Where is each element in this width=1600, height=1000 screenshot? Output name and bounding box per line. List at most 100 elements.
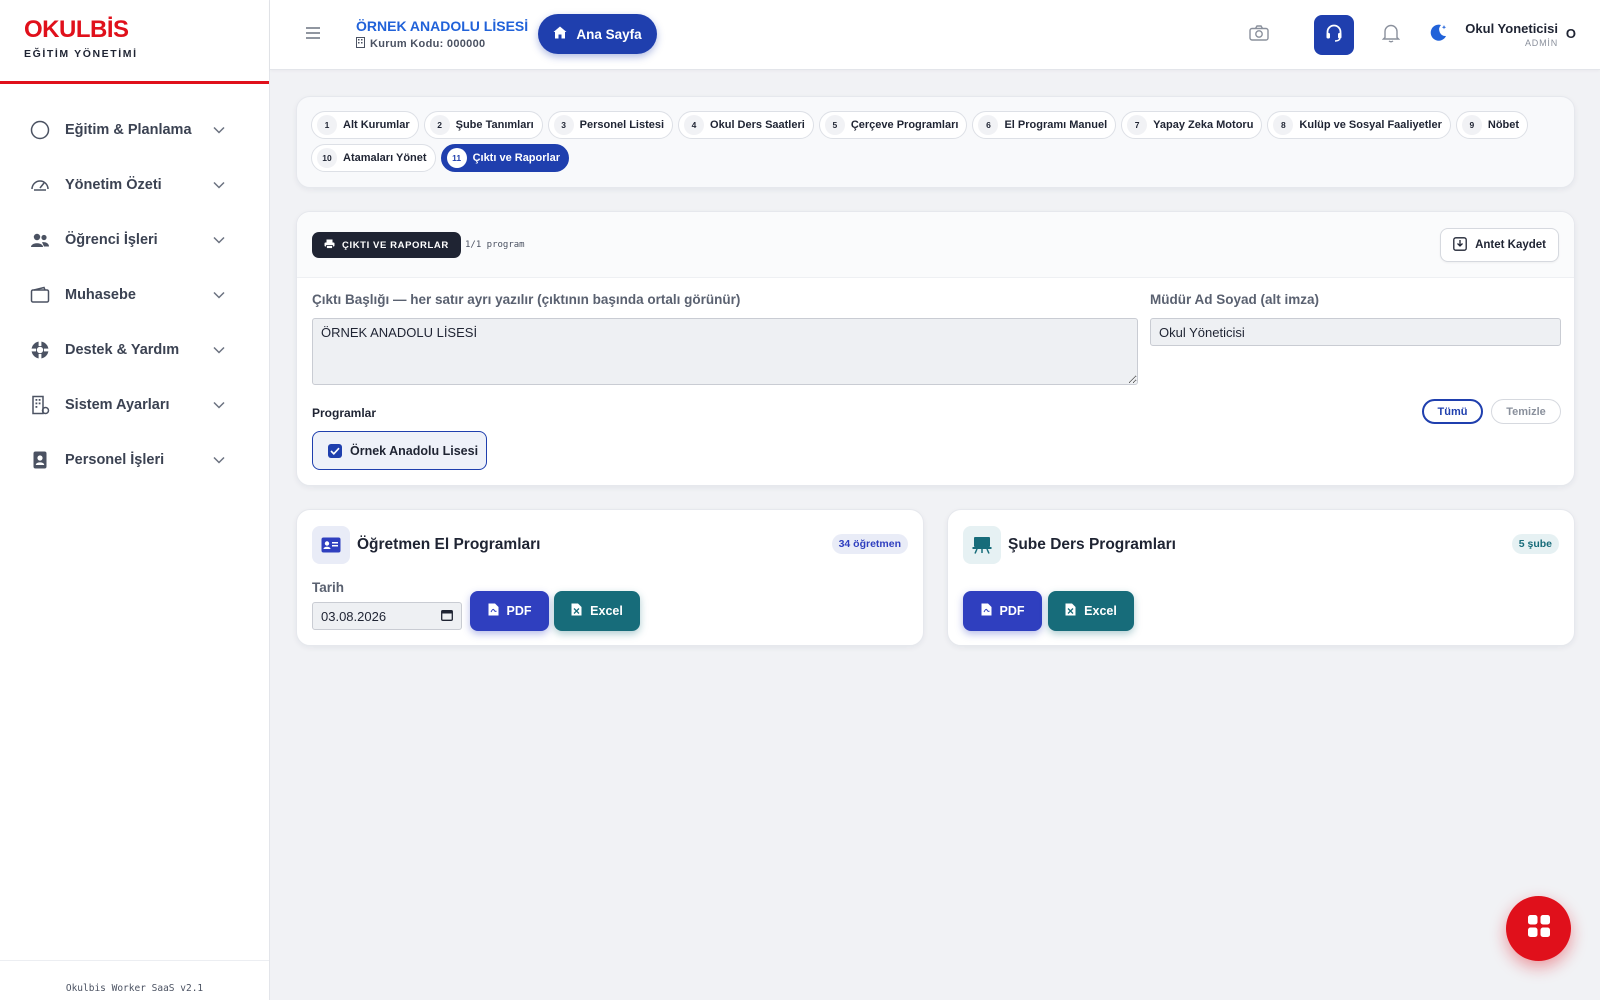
program-checkbox-item[interactable]: Örnek Anadolu Lisesi: [312, 431, 487, 470]
step-yapay-zeka-motoru[interactable]: 7 Yapay Zeka Motoru: [1121, 111, 1263, 139]
antet-save-button[interactable]: Antet Kaydet: [1440, 228, 1559, 262]
step-kulup-sosyal-faaliyetler[interactable]: 8 Kulüp ve Sosyal Faaliyetler: [1267, 111, 1451, 139]
teacher-programs-card: Öğretmen El Programları 34 öğretmen Tari…: [296, 509, 924, 646]
class-count-badge: 5 şube: [1511, 534, 1559, 554]
principal-name-input[interactable]: [1150, 318, 1561, 346]
users-icon: [30, 230, 50, 250]
step-cikti-raporlar[interactable]: 11 Çıktı ve Raporlar: [440, 144, 569, 172]
step-el-programi-manuel[interactable]: 6 El Programı Manuel: [972, 111, 1117, 139]
sidebar-item-sistem-ayarlari[interactable]: Sistem Ayarları: [0, 377, 269, 432]
antet-save-label: Antet Kaydet: [1475, 239, 1546, 251]
step-number: 4: [684, 115, 705, 135]
sidebar-item-label: Sistem Ayarları: [65, 396, 170, 413]
chevron-down-icon: [213, 396, 225, 414]
wizard-steps: 1 Alt Kurumlar 2 Şube Tanımları 3 Personel …: [296, 96, 1575, 188]
step-personel-listesi[interactable]: 3 Personel Listesi: [547, 111, 674, 139]
step-nobet[interactable]: 9 Nöbet: [1455, 111, 1529, 139]
step-label: Kulüp ve Sosyal Faaliyetler: [1299, 119, 1442, 131]
date-value: 03.08.2026: [321, 608, 387, 624]
teacher-pdf-button[interactable]: PDF: [470, 591, 549, 631]
school-info: ÖRNEK ANADOLU LİSESİ Kurum Kodu: 000000: [356, 18, 528, 51]
user-profile[interactable]: Okul Yoneticisi ADMİN: [1465, 21, 1558, 48]
date-input[interactable]: 03.08.2026: [312, 602, 462, 630]
step-number: 2: [429, 115, 450, 135]
class-programs-title: Şube Ders Programları: [1008, 536, 1176, 553]
chevron-down-icon: [213, 286, 225, 304]
home-button[interactable]: Ana Sayfa: [538, 14, 657, 54]
sidebar-item-egitim-planlama[interactable]: Eğitim & Planlama: [0, 102, 269, 157]
brand[interactable]: OKULBİS EĞİTİM YÖNETİMİ: [0, 0, 269, 84]
camera-icon[interactable]: [1246, 20, 1272, 46]
sidebar-item-personel-isleri[interactable]: Personel İşleri: [0, 432, 269, 487]
step-number: 6: [978, 115, 999, 135]
sidebar: OKULBİS EĞİTİM YÖNETİMİ Eğitim & Planlam…: [0, 0, 270, 1000]
sidebar-item-destek-yardim[interactable]: Destek & Yardım: [0, 322, 269, 377]
step-okul-ders-saatleri[interactable]: 4 Okul Ders Saatleri: [678, 111, 814, 139]
sidebar-item-muhasebe[interactable]: Muhasebe: [0, 267, 269, 322]
step-number: 11: [446, 148, 467, 168]
class-pdf-button[interactable]: PDF: [963, 591, 1042, 631]
step-sube-tanimlari[interactable]: 2 Şube Tanımları: [423, 111, 543, 139]
report-settings-card: ÇIKTI VE RAPORLAR 1/1 program Antet Kayd…: [296, 211, 1575, 486]
brand-logo: OKULBİS: [24, 16, 129, 43]
chevron-down-icon: [213, 121, 225, 139]
save-download-icon: [1453, 236, 1467, 254]
select-all-button[interactable]: Tümü: [1422, 399, 1483, 424]
step-number: 7: [1127, 115, 1148, 135]
support-headset-button[interactable]: [1314, 15, 1354, 55]
step-label: Çerçeve Programları: [850, 119, 959, 131]
sidebar-item-label: Muhasebe: [65, 286, 136, 303]
building-gear-icon: [30, 395, 50, 415]
pdf-button-label: PDF: [506, 604, 532, 618]
teacher-excel-button[interactable]: Excel: [554, 591, 640, 631]
wallet-icon: [30, 285, 50, 305]
program-checkbox-label: Örnek Anadolu Lisesi: [350, 443, 479, 458]
excel-file-icon: [1065, 603, 1076, 619]
report-settings-header: ÇIKTI VE RAPORLAR 1/1 program Antet Kayd…: [297, 212, 1574, 278]
class-programs-card: Şube Ders Programları 5 şube PDF Excel: [947, 509, 1575, 646]
class-excel-button[interactable]: Excel: [1048, 591, 1134, 631]
step-label: Çıktı ve Raporlar: [472, 152, 560, 164]
step-number: 3: [553, 115, 574, 135]
step-number: 1: [317, 115, 337, 135]
sidebar-item-label: Öğrenci İşleri: [65, 231, 158, 248]
user-avatar[interactable]: O: [1566, 26, 1576, 41]
chevron-down-icon: [213, 176, 225, 194]
brand-subtitle: EĞİTİM YÖNETİMİ: [24, 48, 138, 60]
output-title-label: Çıktı Başlığı — her satır ayrı yazılır (…: [312, 292, 741, 307]
programs-label: Programlar: [312, 406, 377, 420]
teacher-programs-title: Öğretmen El Programları: [357, 536, 541, 553]
home-button-label: Ana Sayfa: [576, 26, 642, 42]
calendar-icon[interactable]: [441, 609, 453, 624]
printer-icon: [324, 239, 335, 252]
home-icon: [553, 26, 567, 42]
section-badge: ÇIKTI VE RAPORLAR: [312, 232, 461, 258]
bell-icon[interactable]: [1378, 20, 1404, 46]
program-count: 1/1 program: [465, 240, 525, 250]
hamburger-menu-icon[interactable]: [306, 26, 320, 39]
step-label: Nöbet: [1487, 119, 1520, 131]
id-card-icon: [312, 526, 350, 564]
step-label: Okul Ders Saatleri: [710, 119, 805, 131]
chevron-down-icon: [213, 231, 225, 249]
step-cerceve-programlari[interactable]: 5 Çerçeve Programları: [818, 111, 968, 139]
chevron-down-icon: [213, 341, 225, 359]
apps-grid-fab-button[interactable]: [1506, 896, 1571, 961]
user-name: Okul Yoneticisi: [1465, 21, 1558, 36]
pdf-file-icon: [981, 603, 992, 619]
clear-selection-button[interactable]: Temizle: [1491, 399, 1561, 424]
step-number: 8: [1273, 115, 1294, 135]
sidebar-menu: Eğitim & Planlama Yönetim Özeti Öğrenci …: [0, 84, 269, 487]
sidebar-item-yonetim-ozeti[interactable]: Yönetim Özeti: [0, 157, 269, 212]
step-number: 5: [824, 115, 845, 135]
pdf-button-label: PDF: [999, 604, 1025, 618]
output-title-textarea[interactable]: ÖRNEK ANADOLU LİSESİ: [312, 318, 1138, 385]
headset-icon: [1324, 23, 1344, 48]
sidebar-item-label: Personel İşleri: [65, 451, 165, 468]
moon-theme-icon[interactable]: [1425, 20, 1451, 46]
sidebar-item-ogrenci-isleri[interactable]: Öğrenci İşleri: [0, 212, 269, 267]
step-atamalari-yonet[interactable]: 10 Atamaları Yönet: [311, 144, 436, 172]
step-alt-kurumlar[interactable]: 1 Alt Kurumlar: [311, 111, 419, 139]
grid-icon: [1527, 914, 1551, 943]
checkbox-checked-icon[interactable]: [328, 443, 342, 458]
